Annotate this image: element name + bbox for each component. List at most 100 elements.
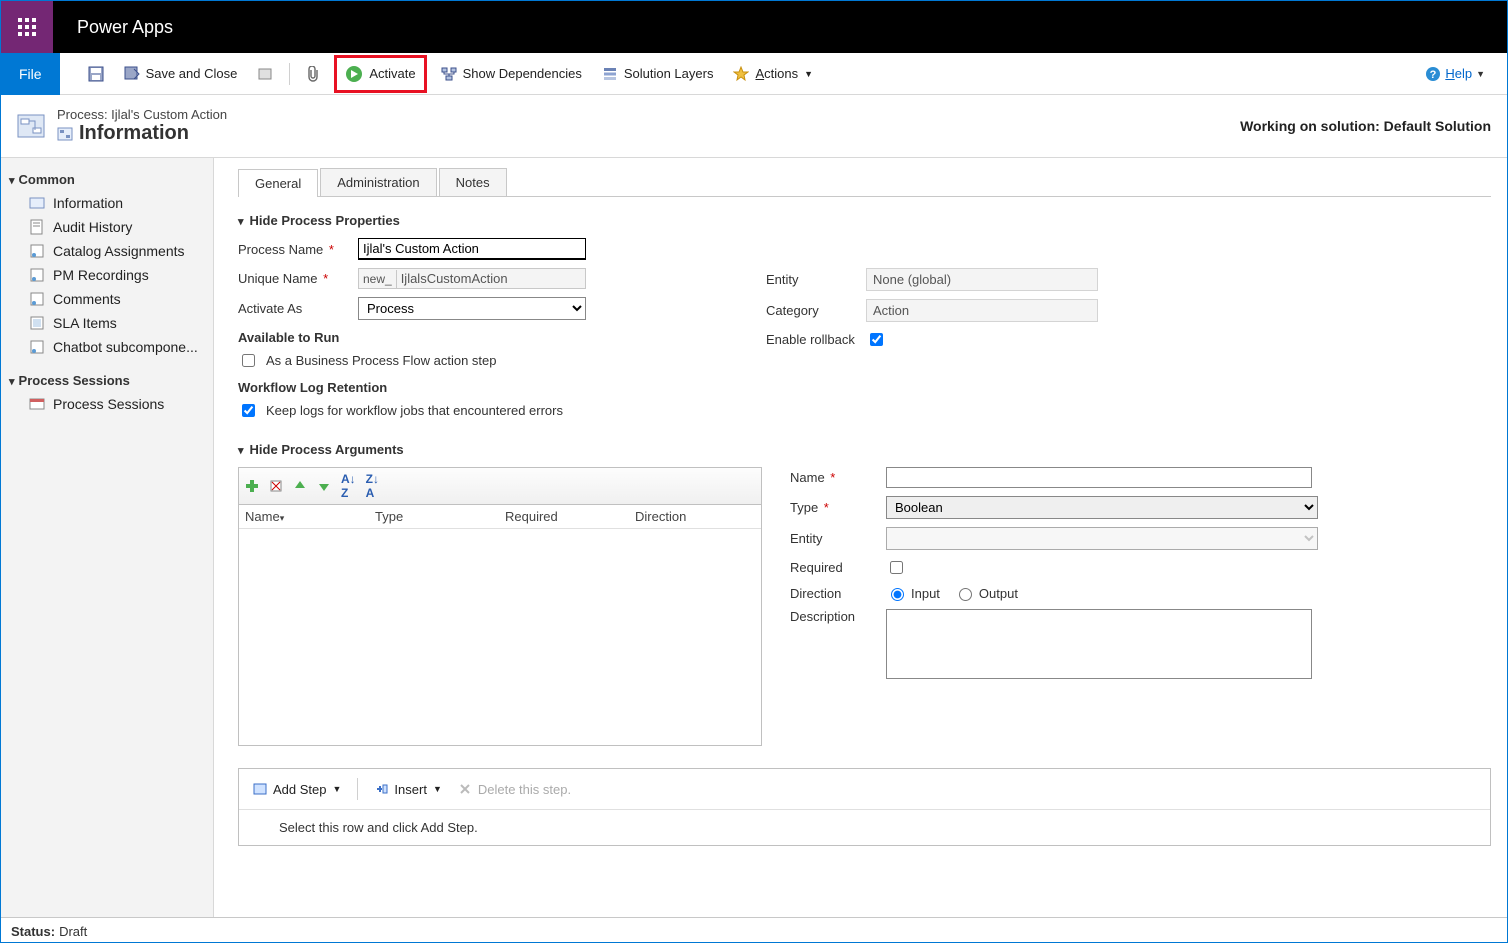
show-dependencies-button[interactable]: Show Dependencies: [433, 58, 590, 90]
status-value: Draft: [59, 924, 87, 939]
delete-step-button: Delete this step.: [454, 773, 575, 805]
checkbox-keep-logs[interactable]: [242, 404, 255, 417]
label-arg-name: Name *: [790, 470, 886, 485]
sla-icon: [29, 315, 45, 331]
radio-direction-input-wrap[interactable]: Input: [886, 585, 940, 601]
col-type[interactable]: Type: [375, 509, 505, 524]
radio-direction-input[interactable]: [891, 588, 904, 601]
help-icon: ?: [1425, 66, 1441, 82]
dependencies-icon: [441, 66, 457, 82]
app-topbar: Power Apps: [1, 1, 1507, 53]
select-arg-type[interactable]: Boolean: [886, 496, 1318, 519]
delete-icon: [269, 479, 283, 493]
field-category: Action: [866, 299, 1098, 322]
process-icon: [15, 110, 47, 142]
label-entity: Entity: [766, 272, 866, 287]
select-arg-entity: [886, 527, 1318, 550]
plus-icon: [245, 479, 259, 493]
select-activate-as[interactable]: Process: [358, 297, 586, 320]
caret-icon: [9, 172, 15, 187]
nav-item-sla-items[interactable]: SLA Items: [1, 311, 213, 335]
args-movedown-button[interactable]: [317, 472, 331, 500]
args-table-body[interactable]: [239, 529, 761, 745]
nav-item-chatbot-subcomponents[interactable]: Chatbot subcompone...: [1, 335, 213, 359]
nav-item-process-sessions[interactable]: Process Sessions: [1, 392, 213, 416]
svg-text:?: ?: [1430, 69, 1437, 81]
tab-notes[interactable]: Notes: [439, 168, 507, 196]
checkbox-bpf-step[interactable]: [242, 354, 255, 367]
col-direction[interactable]: Direction: [635, 509, 755, 524]
nav-item-comments[interactable]: Comments: [1, 287, 213, 311]
record-icon: [57, 126, 73, 142]
args-moveup-button[interactable]: [293, 472, 307, 500]
label-arg-required: Required: [790, 560, 886, 575]
actions-menu[interactable]: Actions ▼: [725, 58, 821, 90]
label-bpf-step: As a Business Process Flow action step: [266, 353, 497, 368]
label-keep-logs: Keep logs for workflow jobs that encount…: [266, 403, 563, 418]
label-arg-type: Type *: [790, 500, 886, 515]
section-process-arguments[interactable]: Hide Process Arguments: [238, 442, 1491, 457]
step-hint[interactable]: Select this row and click Add Step.: [239, 810, 1490, 845]
nav-item-pm-recordings[interactable]: PM Recordings: [1, 263, 213, 287]
insert-step-button[interactable]: Insert ▼: [370, 773, 445, 805]
step-designer: Add Step ▼ Insert ▼ Delete this step. Se…: [238, 768, 1491, 846]
status-bar: Status: Draft: [1, 917, 1507, 945]
app-launcher-button[interactable]: [1, 1, 53, 53]
recording-icon: [29, 267, 45, 283]
input-process-name[interactable]: [358, 238, 586, 260]
nav-section-process-sessions[interactable]: Process Sessions: [1, 369, 213, 392]
add-step-button[interactable]: Add Step ▼: [249, 773, 345, 805]
solution-layers-label: Solution Layers: [624, 66, 714, 81]
add-step-icon: [253, 782, 267, 796]
tabs: General Administration Notes: [238, 168, 1491, 197]
label-unique-name: Unique Name *: [238, 271, 358, 286]
nav-item-information[interactable]: Information: [1, 191, 213, 215]
heading-available-to-run: Available to Run: [238, 330, 586, 345]
chevron-down-icon: ▼: [333, 784, 342, 794]
chatbot-icon: [29, 339, 45, 355]
attach-button[interactable]: [298, 58, 328, 90]
save-button[interactable]: [80, 58, 112, 90]
unique-name-wrap: new_: [358, 268, 586, 289]
args-sort-za-button[interactable]: Z↓A: [366, 472, 379, 500]
label-category: Category: [766, 303, 866, 318]
label-arg-description: Description: [790, 609, 886, 624]
activate-label: Activate: [369, 66, 415, 81]
file-tab[interactable]: File: [1, 53, 60, 95]
app-name: Power Apps: [53, 17, 173, 38]
nav-section-common[interactable]: Common: [1, 168, 213, 191]
delete-step-icon: [458, 782, 472, 796]
col-required[interactable]: Required: [505, 509, 635, 524]
args-sort-az-button[interactable]: A↓Z: [341, 472, 356, 500]
page-pretitle: Process: Ijlal's Custom Action: [57, 107, 1240, 122]
chevron-down-icon: ▼: [1476, 69, 1485, 79]
args-delete-button[interactable]: [269, 472, 283, 500]
activate-button[interactable]: Activate: [334, 55, 426, 93]
nav-item-catalog-assignments[interactable]: Catalog Assignments: [1, 239, 213, 263]
tab-general[interactable]: General: [238, 169, 318, 197]
save-close-label: Save and Close: [146, 66, 238, 81]
nav-item-audit-history[interactable]: Audit History: [1, 215, 213, 239]
args-add-button[interactable]: [245, 472, 259, 500]
save-close-button[interactable]: Save and Close: [116, 58, 246, 90]
apply-icon: [257, 66, 273, 82]
input-arg-name[interactable]: [886, 467, 1312, 488]
solution-layers-button[interactable]: Solution Layers: [594, 58, 722, 90]
radio-direction-output[interactable]: [959, 588, 972, 601]
heading-log-retention: Workflow Log Retention: [238, 380, 586, 395]
print-button[interactable]: [249, 58, 281, 90]
checkbox-enable-rollback[interactable]: [870, 333, 883, 346]
args-toolbar: A↓Z Z↓A: [238, 467, 762, 505]
args-table: Name▾ Type Required Direction: [238, 505, 762, 746]
radio-direction-output-wrap[interactable]: Output: [954, 585, 1018, 601]
checkbox-arg-required[interactable]: [890, 561, 903, 574]
col-name[interactable]: Name▾: [245, 509, 375, 524]
help-link[interactable]: ? Help ▼: [1417, 58, 1493, 90]
waffle-icon: [18, 18, 36, 36]
tab-administration[interactable]: Administration: [320, 168, 436, 196]
section-process-properties[interactable]: Hide Process Properties: [238, 213, 1491, 228]
unique-name-prefix: new_: [359, 270, 397, 288]
caret-icon: [238, 442, 244, 457]
textarea-arg-description[interactable]: [886, 609, 1312, 679]
label-enable-rollback: Enable rollback: [766, 332, 866, 347]
